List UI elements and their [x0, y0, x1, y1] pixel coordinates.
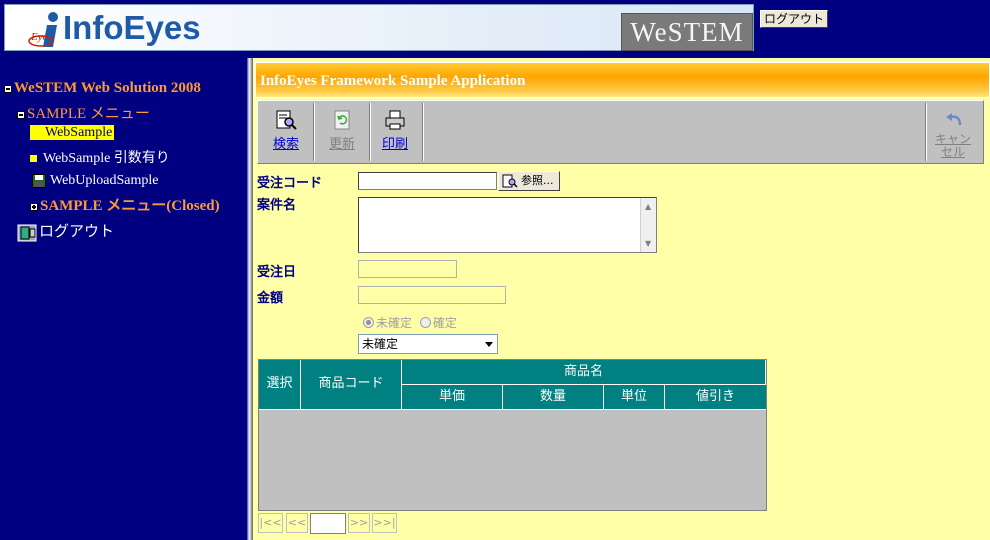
collapse-icon[interactable]: [4, 84, 12, 93]
product-grid: 選択 商品コード 商品名 単価 数量 単位 値引き: [258, 359, 767, 511]
logo-banner: Eyes InfoEyes WeSTEM: [4, 4, 754, 51]
nav-org-node[interactable]: WeSTEM Web Solution 2008: [4, 80, 201, 97]
reference-button[interactable]: 参照...: [498, 171, 560, 191]
bullet-icon: [30, 155, 37, 162]
radio-confirmed-label: 確定: [432, 316, 457, 330]
grid-col-unit: 単位: [604, 385, 665, 410]
status-radio-group: 未確定 確定: [363, 314, 457, 331]
scroll-up-icon[interactable]: ▲: [645, 202, 651, 211]
radio-selected-icon: [363, 317, 374, 328]
radio-unconfirmed-label: 未確定: [376, 316, 413, 330]
nav-menu-sample[interactable]: SAMPLE メニュー: [17, 102, 150, 123]
grid-col-unit-price: 単価: [402, 385, 503, 410]
pager-prev-button[interactable]: <<: [286, 513, 308, 533]
sidebar-item-label: WebUploadSample: [50, 173, 159, 188]
print-label: 印刷: [381, 137, 408, 152]
toolbar-separator: [925, 103, 927, 161]
toolbar-separator: [313, 103, 315, 161]
grid-col-discount: 値引き: [665, 385, 766, 410]
pager-last-button[interactable]: >>|: [372, 513, 397, 533]
cancel-label: キャンセル: [934, 132, 971, 159]
grid-col-product-code: 商品コード: [301, 360, 402, 410]
logo-text: InfoEyes: [63, 9, 201, 46]
page-title: InfoEyes Framework Sample Application: [260, 73, 526, 89]
status-select[interactable]: 未確定: [358, 334, 498, 354]
order-code-label: 受注コード: [257, 176, 323, 191]
sidebar-item-label: WebSample 引数有り: [43, 151, 170, 166]
search-doc-icon: [502, 174, 518, 188]
textarea-scrollbar[interactable]: ▲ ▼: [640, 198, 656, 252]
sidebar-item-websample[interactable]: WebSample: [30, 125, 115, 141]
cancel-button[interactable]: キャンセル: [928, 103, 978, 161]
search-button[interactable]: 検索: [260, 103, 312, 161]
amount-label: 金額: [257, 291, 284, 306]
infoeyes-logo-icon: [28, 12, 58, 47]
update-label: 更新: [328, 137, 355, 152]
radio-confirmed[interactable]: 確定: [419, 316, 457, 330]
nav-org-label: WeSTEM Web Solution 2008: [14, 80, 201, 96]
nav-menu-sample-closed[interactable]: SAMPLE メニュー(Closed): [30, 194, 220, 215]
grid-col-product-name: 商品名: [402, 360, 766, 385]
collapse-icon[interactable]: [17, 110, 25, 119]
title-bar: InfoEyes Framework Sample Application: [255, 62, 990, 98]
printer-icon: [385, 110, 405, 130]
expand-icon[interactable]: [30, 202, 38, 211]
order-date-label: 受注日: [257, 265, 297, 280]
print-button[interactable]: 印刷: [369, 103, 421, 161]
pager-first-button[interactable]: |<<: [258, 513, 283, 533]
sidebar-item-label: ログアウト: [39, 224, 115, 240]
nav-menu-label: SAMPLE メニュー: [27, 106, 150, 122]
pager-page-input[interactable]: [310, 513, 346, 534]
main-content: InfoEyes Framework Sample Application 検索…: [253, 58, 990, 540]
sidebar-nav: WeSTEM Web Solution 2008 SAMPLE メニュー Web…: [0, 58, 246, 540]
reference-label: 参照...: [521, 174, 554, 187]
order-code-input[interactable]: [358, 172, 497, 190]
search-doc-icon: [276, 110, 297, 130]
grid-col-quantity: 数量: [503, 385, 604, 410]
status-select-value: 未確定: [362, 337, 399, 351]
westem-badge: WeSTEM: [621, 13, 753, 51]
grid-col-select: 選択: [259, 360, 301, 410]
sidebar-item-websample-args[interactable]: WebSample 引数有り: [30, 147, 170, 167]
header: Eyes InfoEyes WeSTEM ログアウト: [0, 0, 990, 56]
sidebar-item-label: WebSample: [45, 125, 113, 140]
order-date-input[interactable]: [358, 260, 457, 278]
pager-next-button[interactable]: >>: [348, 513, 370, 533]
logout-door-icon: [17, 224, 37, 241]
logo-small-text: Eyes: [31, 31, 52, 43]
radio-unconfirmed[interactable]: 未確定: [363, 316, 412, 330]
amount-input[interactable]: [358, 286, 506, 304]
search-label: 検索: [272, 137, 299, 152]
bullet-icon: [32, 129, 39, 137]
sidebar-item-webupload[interactable]: WebUploadSample: [32, 173, 159, 189]
grid-header: 選択 商品コード 商品名 単価 数量 単位 値引き: [259, 360, 766, 410]
nav-menu-label: SAMPLE メニュー(Closed): [40, 198, 220, 214]
radio-empty-icon: [419, 317, 431, 328]
chevron-down-icon: [485, 342, 493, 347]
logout-button[interactable]: ログアウト: [760, 10, 828, 28]
update-button[interactable]: 更新: [316, 103, 368, 161]
refresh-doc-icon: [334, 110, 350, 130]
sidebar-item-logout[interactable]: ログアウト: [17, 220, 114, 242]
toolbar: 検索 更新 印刷 キャンセル: [257, 100, 984, 164]
scroll-down-icon[interactable]: ▼: [645, 239, 651, 248]
toolbar-separator: [422, 103, 424, 161]
case-name-label: 案件名: [257, 198, 297, 213]
undo-arrow-icon: [946, 113, 962, 126]
floppy-icon: [32, 173, 46, 188]
case-name-textarea[interactable]: ▲ ▼: [358, 197, 657, 253]
